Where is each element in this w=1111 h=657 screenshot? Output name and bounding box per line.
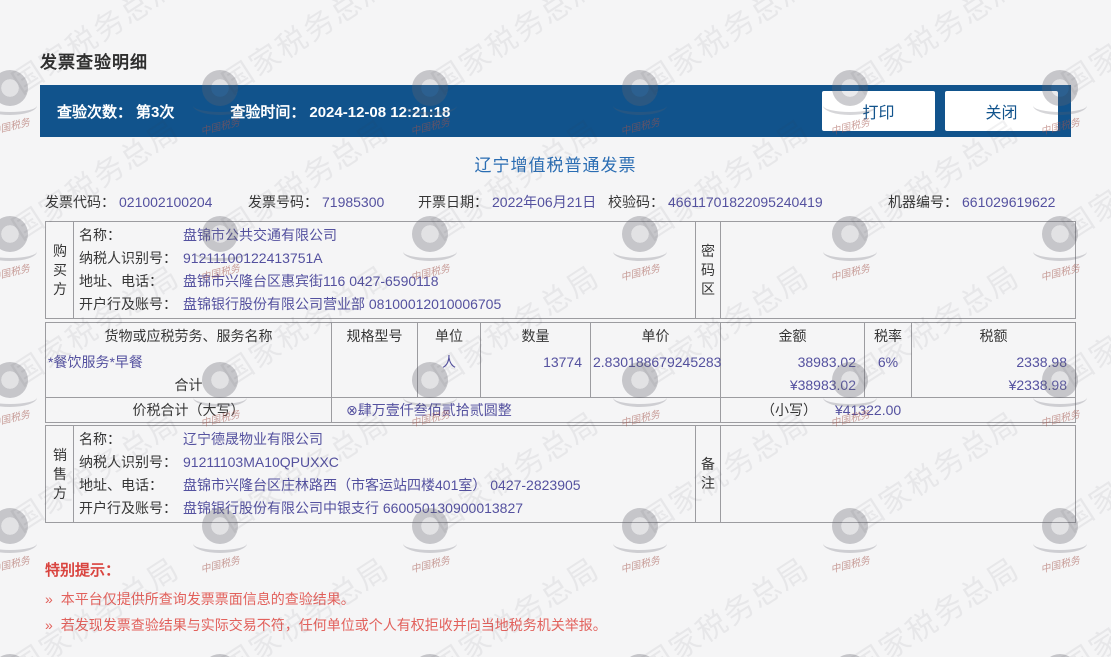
check-time-label: 查验时间： (230, 103, 306, 121)
check-count-value: 第3次 (136, 103, 175, 121)
grand-total-uppercase: ⊗肆万壹仟叁佰贰拾贰圆整 (331, 397, 721, 423)
buyer-content: 名称： 盘锦市公共交通有限公司 纳税人识别号： 91211100122413751A… (73, 221, 696, 319)
item-unit: 人 (417, 349, 481, 374)
header-tax-rate: 税率 (864, 322, 912, 350)
check-time-value: 2024-12-08 12:21:18 (309, 103, 451, 121)
toolbar: 查验次数： 第3次 查验时间： 2024-12-08 12:21:18 打印 关闭 (40, 85, 1071, 137)
subtotal-amount: ¥38983.02 (720, 373, 865, 398)
print-button[interactable]: 打印 (822, 91, 935, 131)
item-amount: 38983.02 (720, 349, 865, 374)
buyer-bank-row: 开户行及账号： 盘锦银行股份有限公司营业部 08100012010006705 (79, 296, 502, 312)
item-tax: 2338.98 (911, 349, 1076, 374)
check-time: 查验时间： 2024-12-08 12:21:18 (230, 101, 450, 122)
buyer-taxid-row: 纳税人识别号： 91211100122413751A (79, 250, 323, 266)
invoice-check-code: 校验码： 46611701822095240419 (608, 194, 823, 210)
buyer-side-label: 购买方 (45, 221, 74, 319)
header-amount: 金额 (720, 322, 865, 350)
subtotal-label: 合计 (45, 373, 332, 398)
password-area-label: 密码区 (695, 221, 721, 319)
notice-item: » 本平台仅提供所查询发票票面信息的查验结果。 (45, 591, 355, 607)
buyer-address-row: 地址、电话： 盘锦市兴隆台区惠宾街116 0427-6590118 (79, 273, 439, 289)
bullet-icon: » (45, 591, 53, 607)
invoice-title: 辽宁增值税普通发票 (474, 156, 637, 175)
notice-section: 特别提示： » 本平台仅提供所查询发票票面信息的查验结果。 » 若发现发票查验结果与… (45, 559, 1071, 632)
seller-name-row: 名称： 辽宁德晟物业有限公司 (79, 431, 323, 447)
seller-taxid-row: 纳税人识别号： 91211103MA10QPUXXC (79, 454, 339, 470)
grand-total-label: 价税合计（大写） (45, 397, 332, 423)
lowercase-label: （小写） (761, 402, 817, 418)
invoice-date: 开票日期： 2022年06月21日 (418, 194, 597, 210)
invoice-verification-page: 发票查验明细 查验次数： 第3次 查验时间： 2024-12-08 12:21:18… (0, 0, 1111, 632)
check-count: 查验次数： 第3次 (57, 101, 174, 122)
notice-title: 特别提示： (45, 562, 121, 579)
buyer-name-row: 名称： 盘锦市公共交通有限公司 (79, 227, 337, 243)
item-row: *餐饮服务*早餐 人 13774 2.830188679245283 38983… (45, 349, 1076, 374)
close-button[interactable]: 关闭 (945, 91, 1058, 131)
lowercase-value: ¥41322.00 (835, 402, 902, 418)
item-quantity: 13774 (480, 349, 591, 374)
seller-table: 销售方 名称： 辽宁德晟物业有限公司 纳税人识别号： 91211103MA10QPU… (45, 425, 1076, 523)
grand-total-row: 价税合计（大写） ⊗肆万壹仟叁佰贰拾贰圆整 （小写） ¥41322.00 (45, 397, 1076, 423)
header-item-name: 货物或应税劳务、服务名称 (45, 322, 332, 350)
item-tax-rate: 6% (864, 349, 912, 374)
invoice-code: 发票代码： 021002100204 (45, 194, 213, 210)
seller-content: 名称： 辽宁德晟物业有限公司 纳税人识别号： 91211103MA10QPUXXC … (73, 425, 696, 523)
check-count-label: 查验次数： (57, 103, 133, 121)
toolbar-buttons: 打印 关闭 (822, 91, 1058, 131)
page-title: 发票查验明细 (40, 53, 148, 72)
remark-label: 备注 (695, 425, 721, 523)
item-spec (331, 349, 418, 374)
password-area-content (720, 221, 1076, 319)
bullet-icon: » (45, 617, 53, 633)
seller-side-label: 销售方 (45, 425, 74, 523)
header-tax: 税额 (911, 322, 1076, 350)
item-unit-price: 2.830188679245283 (590, 349, 721, 374)
subtotal-row: 合计 ¥38983.02 ¥2338.98 (45, 373, 1076, 398)
header-quantity: 数量 (480, 322, 591, 350)
buyer-table: 购买方 名称： 盘锦市公共交通有限公司 纳税人识别号： 91211100122413… (45, 221, 1076, 319)
items-header-row: 货物或应税劳务、服务名称 规格型号 单位 数量 单价 金额 税率 税额 (45, 322, 1076, 350)
subtotal-tax: ¥2338.98 (911, 373, 1076, 398)
items-table: 货物或应税劳务、服务名称 规格型号 单位 数量 单价 金额 税率 税额 *餐饮服… (45, 322, 1076, 423)
invoice-meta-row: 发票代码： 021002100204 发票号码： 71985300 开票日期： 202… (45, 192, 1071, 212)
invoice-machine-number: 机器编号： 661029619622 (888, 194, 1056, 210)
grand-total-lowercase: （小写） ¥41322.00 (720, 397, 1076, 423)
item-name: *餐饮服务*早餐 (45, 349, 332, 374)
header-unit-price: 单价 (590, 322, 721, 350)
seller-bank-row: 开户行及账号： 盘锦银行股份有限公司中银支行 660050130900013827 (79, 500, 524, 516)
invoice-number: 发票号码： 71985300 (248, 194, 385, 210)
header-spec: 规格型号 (331, 322, 418, 350)
header-unit: 单位 (417, 322, 481, 350)
remark-content (720, 425, 1076, 523)
notice-item: » 若发现发票查验结果与实际交易不符，任何单位或个人有权拒收并向当地税务机关举报。 (45, 617, 607, 633)
seller-address-row: 地址、电话： 盘锦市兴隆台区庄林路西（市客运站四楼401室） 0427-28239… (79, 477, 581, 493)
